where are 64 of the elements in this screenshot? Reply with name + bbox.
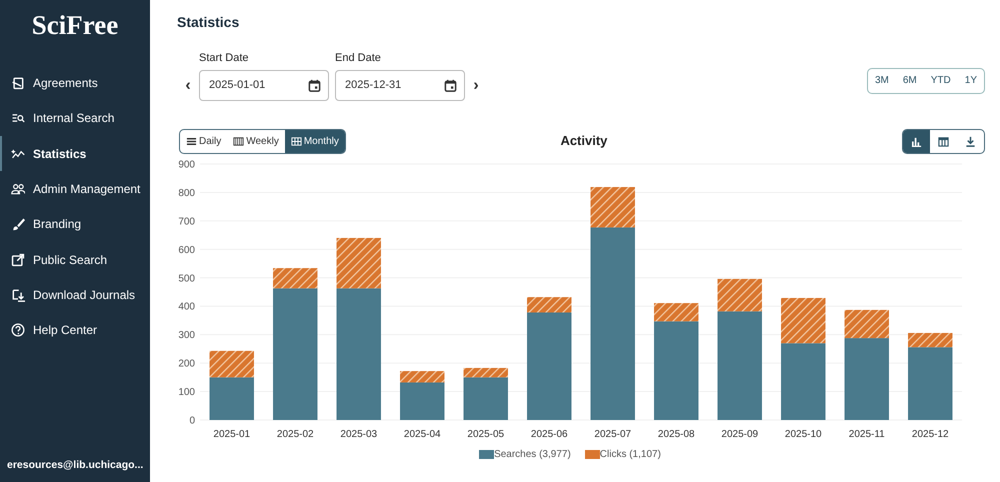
axis-tick-label: 200 [178,358,195,370]
field-label: Start Date [199,51,250,66]
axis-tick-label: 900 [178,159,195,170]
axis-tick-label: 2025-03 [340,428,378,440]
sidebar-item[interactable]: Public Search [0,242,150,278]
chart-line-icon [11,146,25,161]
page-title: Statistics [177,13,240,32]
document-icon [11,76,25,90]
columns-icon [233,136,244,146]
lines-icon [186,136,197,146]
axis-tick-label: 2025-09 [721,428,758,440]
granularity-tab[interactable]: Weekly [227,130,285,152]
axis-tick-label: 100 [178,386,195,398]
end-date-field[interactable]: 2025-12-31 [335,70,465,100]
legend-label: Searches (3,977) [494,448,571,462]
granularity-tab[interactable]: Daily [180,130,228,152]
sidebar-item[interactable]: Internal Search [0,100,150,136]
axis-tick-label: 2025-12 [912,428,949,440]
axis-tick-label: 2025-05 [467,428,504,440]
sidebar-item[interactable]: Download Journals [0,277,150,313]
axis-tick-label: 300 [178,330,195,341]
axis-tick-label: 2025-08 [658,428,695,440]
axis-tick-label: 2025-02 [276,428,314,440]
download-icon [11,288,25,302]
sidebar-item[interactable]: Admin Management [0,171,150,207]
sidebar-item[interactable]: Branding [0,206,150,242]
axis-tick-label: 2025-11 [848,428,885,440]
previous-button[interactable]: ‹ [177,70,199,100]
calendar-icon[interactable] [444,78,457,92]
axis-tick-label: 2025-01 [213,428,250,440]
axis-tick-label: 2025-04 [404,428,441,440]
calendar-icon[interactable] [308,78,321,92]
table-icon [938,136,949,146]
start-date-field[interactable]: 2025-01-01 [199,70,329,100]
brush-icon [11,217,25,232]
help-icon [11,323,25,338]
axis-tick-label: 600 [178,244,195,256]
sidebar-item[interactable]: Help Center [0,312,150,348]
sidebar-item[interactable]: Agreements [0,66,150,101]
download-icon [965,136,976,146]
range-button[interactable]: 1Y [958,68,984,92]
axis-tick-label: 800 [178,187,195,198]
axis-tick-label: 2025-10 [784,428,822,440]
chart-title: Activity [560,132,608,150]
axis-tick-label: 400 [178,301,195,312]
field-label: End Date [335,51,382,66]
axis-tick-label: 700 [178,216,195,227]
user-email[interactable]: eresources@lib.uchicago... [0,458,150,482]
view-button[interactable] [903,130,930,152]
axis-tick-label: 2025-07 [594,428,632,440]
grid-icon [290,136,302,146]
legend-label: Clicks (1,107) [600,448,661,462]
next-button[interactable]: › [465,70,487,100]
people-icon [11,182,25,196]
external-link-icon [11,252,25,267]
axis-tick-label: 500 [178,272,195,284]
axis-tick-label: 2025-06 [530,428,568,440]
axis-tick-label: 0 [189,415,195,426]
logo: SciFree [30,9,120,42]
range-button[interactable]: 3M [868,68,896,92]
granularity-tab[interactable]: Monthly [284,130,345,152]
bar-chart-icon [911,136,922,146]
range-button[interactable]: YTD [924,68,958,92]
range-button[interactable]: 6M [896,68,924,92]
